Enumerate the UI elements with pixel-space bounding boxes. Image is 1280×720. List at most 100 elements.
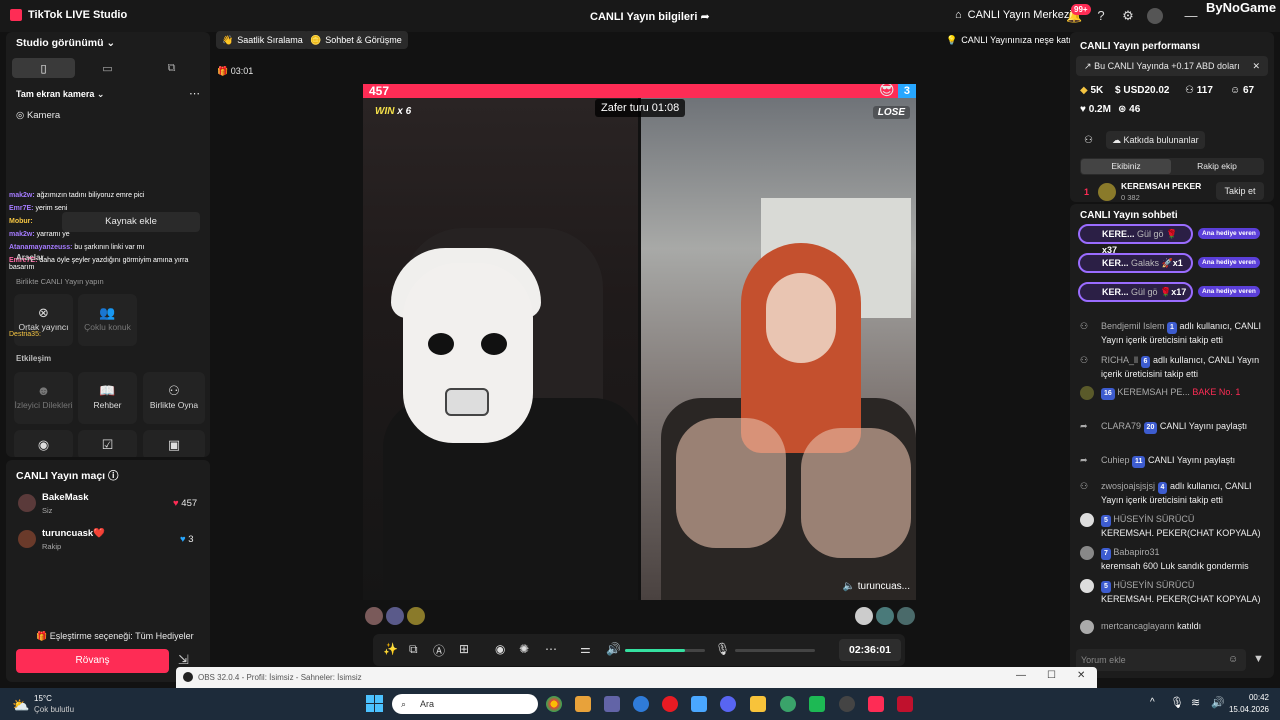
mail-icon[interactable] — [691, 696, 707, 712]
contributors-button[interactable]: ☁ Katkıda bulunanlar — [1106, 131, 1205, 149]
add-icon[interactable]: ⊞ — [459, 642, 469, 656]
teams-icon[interactable] — [604, 696, 620, 712]
interaction-label: Etkileşim — [16, 354, 52, 363]
gift-message: KER... Galaks 🚀x1 Ana hediye veren — [1078, 253, 1270, 273]
overlay-chat-line: Atanamayanzeuss: bu şarkının linki var m… — [9, 244, 145, 251]
heart-icon: ♥ — [173, 498, 179, 509]
live-center-button[interactable]: ⌂ CANLI Yayın Merkezi — [955, 9, 1072, 21]
multi-layout-button[interactable]: ⧉ — [140, 58, 203, 78]
close-icon[interactable]: ✕ — [1077, 670, 1085, 681]
minimize-icon[interactable]: — — [1183, 8, 1199, 24]
tool-button[interactable]: ▣ — [143, 430, 205, 457]
chevron-up-icon[interactable]: ^ — [1150, 697, 1155, 708]
chrome-icon[interactable] — [546, 696, 562, 712]
tool-button[interactable]: ☑ — [78, 430, 137, 457]
discord-icon[interactable] — [720, 696, 736, 712]
player-name: turuncuask❤️ — [42, 528, 106, 539]
gift-icon: ⊛ — [1118, 104, 1127, 115]
settings-icon[interactable]: ✺ — [519, 642, 529, 656]
comment-input[interactable]: Yorum ekle — [1076, 649, 1246, 671]
hourly-ranking-chip[interactable]: 👋 Saatlik Sıralama — [216, 31, 309, 49]
avatar[interactable] — [876, 607, 894, 625]
avatar — [1080, 546, 1094, 560]
chat-meet-chip[interactable]: 🪙 Sohbet & Görüşme — [304, 31, 408, 49]
phone-icon: ▯ — [40, 62, 47, 75]
avatar[interactable] — [407, 607, 425, 625]
minimize-icon[interactable]: — — [1016, 670, 1026, 681]
volume-icon[interactable]: 🔊 — [1211, 696, 1225, 709]
gear-icon[interactable]: ⚙ — [1120, 8, 1136, 24]
add-source-button[interactable]: Kaynak ekle — [62, 212, 200, 232]
info-icon: ⓘ — [108, 470, 119, 482]
windows-start-icon[interactable] — [366, 695, 383, 712]
chrome-alt-icon[interactable] — [780, 696, 796, 712]
tab-rival-team[interactable]: Rakip ekip — [1172, 159, 1262, 174]
sliders-icon[interactable]: ⚌ — [580, 642, 591, 656]
tiktok-live-icon[interactable] — [868, 696, 884, 712]
more-icon[interactable]: ⋯ — [189, 87, 200, 100]
avatar[interactable] — [365, 607, 383, 625]
media-player-icon[interactable] — [897, 696, 913, 712]
tab-our-team[interactable]: Ekibiniz — [1081, 159, 1171, 174]
obs-window-titlebar[interactable]: OBS 32.0.4 - Profil: İsimsiz - Sahneler:… — [176, 667, 1097, 688]
exit-icon[interactable]: ⇲ — [178, 652, 189, 668]
heart-icon: ♥ — [180, 534, 186, 545]
help-icon[interactable]: ? — [1093, 8, 1109, 24]
player-role: Siz — [42, 506, 53, 515]
multi-guest-button[interactable]: 👥 Çoklu konuk — [78, 294, 137, 346]
stat-likes: ♥ 0.2M — [1080, 104, 1111, 115]
close-icon[interactable]: ✕ — [1252, 56, 1260, 76]
scene-dropdown[interactable]: Tam ekran kamera ⌄ — [16, 89, 104, 100]
person-add-icon: ⚇ — [1080, 355, 1089, 365]
avatar[interactable] — [855, 607, 873, 625]
studio-view-dropdown[interactable]: Studio görünümü ⌄ — [16, 37, 115, 49]
weather-icon[interactable]: ⛅ — [12, 697, 29, 714]
avatar — [18, 494, 36, 512]
portrait-layout-button[interactable]: ▯ — [12, 58, 75, 78]
pairing-option[interactable]: 🎁 Eşleştirme seçeneği: Tüm Hediyeler — [36, 631, 194, 642]
record-icon[interactable]: ◉ — [495, 642, 505, 656]
avatar — [1080, 513, 1094, 527]
play-together-button[interactable]: ⚇ Birlikte Oyna — [143, 372, 205, 424]
opera-icon[interactable] — [662, 696, 678, 712]
viewer-wishes-button[interactable]: ☻ İzleyici Dilekleri — [14, 372, 73, 424]
wifi-icon[interactable]: ≋ — [1191, 696, 1200, 709]
avatar[interactable] — [1147, 8, 1163, 24]
avatar[interactable] — [897, 607, 915, 625]
joy-chip[interactable]: 💡 CANLI Yayınınıza neşe katın — [940, 31, 1082, 49]
live-info-button[interactable]: CANLI Yayın bilgileri ➦ — [590, 10, 710, 23]
magic-wand-icon[interactable]: ✨ — [383, 642, 398, 656]
share-icon: ➦ — [700, 11, 710, 23]
ai-icon[interactable]: Ⓐ — [433, 642, 445, 659]
follow-button[interactable]: Takip et — [1216, 182, 1264, 200]
mic-volume-slider[interactable] — [735, 649, 815, 652]
gift-message: KERE... Gül gö 🌹x37 Ana hediye veren — [1078, 224, 1270, 255]
emoji-icon[interactable]: ☺ — [1228, 654, 1238, 665]
camera-source[interactable]: ◎ Kamera — [16, 110, 60, 121]
app-icon[interactable] — [809, 696, 825, 712]
store-icon[interactable] — [575, 696, 591, 712]
checkbox-icon: ☑ — [101, 437, 114, 452]
tool-button[interactable]: ◉ — [14, 430, 73, 457]
layers-icon: ⧉ — [167, 61, 176, 74]
filter-icon[interactable]: ▼ — [1253, 653, 1264, 665]
maximize-icon[interactable]: ☐ — [1047, 670, 1056, 681]
co-host-button[interactable]: ⊗ Ortak yayıncı — [14, 294, 73, 346]
avatar[interactable] — [386, 607, 404, 625]
heart-icon: ♥ — [1080, 104, 1086, 115]
landscape-layout-button[interactable]: ▭ — [76, 58, 139, 78]
guide-button[interactable]: 📖 Rehber — [78, 372, 137, 424]
taskbar-search-input[interactable]: ⌕ Ara — [392, 694, 538, 714]
edge-icon[interactable] — [633, 696, 649, 712]
taskbar: ⛅ 15°C Çok bulutlu ^ 🎙 ≋ 🔊 00:42 15.04.2… — [0, 688, 1280, 720]
obs-icon[interactable] — [839, 696, 855, 712]
more-icon[interactable]: ⋯ — [545, 642, 557, 656]
folder-icon[interactable] — [750, 696, 766, 712]
speaker-icon[interactable]: 🔊 — [606, 642, 621, 656]
speaker-volume-slider[interactable] — [625, 649, 705, 652]
overlay-chat-line: mak2w: ağzımızın tadını biliyoruz emre p… — [9, 192, 145, 199]
microphone-icon[interactable]: 🎙 — [715, 642, 730, 656]
effects-icon[interactable]: ⧉ — [409, 642, 418, 657]
rematch-button[interactable]: Rövanş — [16, 649, 169, 673]
microphone-icon[interactable]: 🎙 — [1170, 696, 1184, 709]
